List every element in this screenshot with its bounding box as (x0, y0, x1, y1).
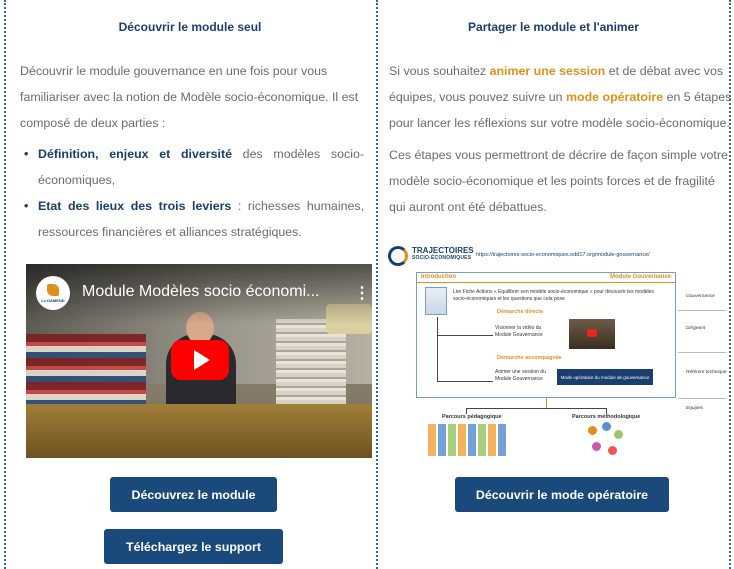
more-options-icon[interactable]: ⋮ (354, 283, 370, 303)
diagram-side-label: Dirigeant (686, 326, 706, 331)
bullet-strong: Définition, enjeux et diversité (38, 147, 232, 161)
intro-line: équipes, vous pouvez suivre un mode opér… (389, 84, 734, 110)
document-thumbnail (425, 287, 447, 315)
left-panel-title: Découvrir le module seul (118, 20, 262, 34)
intro-line: pour lancer les réflexions sur votre mod… (389, 116, 730, 130)
discover-mode-button[interactable]: Découvrir le mode opératoire (455, 477, 669, 512)
diagram-connector (546, 398, 547, 408)
diagram-connector (437, 381, 493, 382)
diagram-direct-label: Démarche directe (497, 309, 544, 315)
bullet-strong: Etat des lieux des trois leviers (38, 199, 232, 213)
diagram-dot (614, 430, 623, 439)
steps-line: qui auront ont été débattues. (389, 200, 547, 214)
diagram-step-video: Visionner la vidéo du Module Gouvernance (495, 325, 543, 338)
diagram-connector (437, 335, 493, 336)
diagram-separator (678, 352, 726, 353)
diagram-connector (466, 408, 606, 409)
diagram-connector (437, 317, 438, 381)
intro-line: composé de deux parties : (20, 116, 166, 130)
diagram-step-read: Lire Fiche Actions « Equilibrer son modè… (453, 289, 654, 302)
left-intro: Découvrir le module gouvernance en une f… (20, 58, 370, 136)
diagram-header: Introduction Module Gouvernance (417, 273, 675, 283)
right-intro: Si vous souhaitez animer une session et … (389, 58, 734, 136)
text: équipes, vous pouvez suivre un (389, 90, 567, 104)
parts-list: Définition, enjeux et diversité des modè… (24, 141, 364, 245)
diagram-dot (602, 422, 611, 431)
intro-line: Découvrir le module gouvernance en une f… (20, 64, 328, 78)
video-title[interactable]: Module Modèles socio économi... (82, 283, 319, 301)
youtube-video-embed[interactable]: Le DAMEND Module Modèles socio économi..… (26, 264, 372, 458)
discover-module-button[interactable]: Découvrez le module (110, 477, 277, 512)
diagram-dot (588, 426, 597, 435)
video-thumbnail (569, 319, 615, 349)
text: et de débat avec vos (605, 64, 724, 78)
video-frame-desk (26, 404, 372, 458)
download-support-button[interactable]: Téléchargez le support (104, 529, 283, 564)
diagram-header-left: Introduction (421, 274, 456, 280)
steps-line: modèle socio-économique et les points fo… (389, 174, 715, 188)
diagram-dot (608, 446, 617, 455)
left-panel: Découvrir le module seul Découvrir le mo… (6, 0, 374, 569)
highlight-animer: animer une session (489, 64, 606, 78)
parcours-pedagogique-thumbnail (428, 424, 508, 456)
process-diagram-image: TRAJECTOIRES SOCIO-ÉCONOMIQUES https://t… (386, 242, 728, 462)
text: Si vous souhaitez (389, 64, 490, 78)
list-item: Etat des lieux des trois leviers : riche… (24, 193, 364, 245)
diagram-accomp-label: Démarche accompagnée (497, 355, 562, 361)
diagram-header-right: Module Gouvernance (609, 274, 671, 280)
parcours-methodologique-thumbnail (584, 420, 628, 460)
right-steps-text: Ces étapes vous permettront de décrire d… (389, 142, 734, 220)
diagram-separator (678, 398, 726, 399)
diagram-step-animate: Animer une session du Module Gouvernance (495, 369, 546, 382)
text: en 5 étapes (663, 90, 732, 104)
play-button[interactable] (171, 340, 229, 380)
diagram-separator (678, 310, 726, 311)
diagram-brand: TRAJECTOIRES (412, 246, 474, 255)
diagram-main-box: Introduction Module Gouvernance Lire Fic… (416, 272, 676, 398)
diagram-side-label: Gouvernance (686, 294, 715, 299)
trajectoires-logo-icon (388, 246, 408, 266)
steps-line: Ces étapes vous permettront de décrire d… (389, 148, 728, 162)
diagram-url: https://trajectoires-socio-economiques.o… (476, 252, 650, 258)
diagram-mode-box: Mode opératoire du module de gouvernance (557, 369, 653, 385)
center-dotted-divider (376, 0, 378, 569)
channel-logo-text: Le DAMEND (41, 297, 65, 303)
list-item: Définition, enjeux et diversité des modè… (24, 141, 364, 193)
channel-logo-icon (47, 283, 59, 296)
diagram-parcours-label: Parcours pédagogique (442, 414, 502, 420)
diagram-brand-sub: SOCIO-ÉCONOMIQUES (412, 255, 472, 261)
intro-line: Si vous souhaitez animer une session et … (389, 58, 734, 84)
right-panel-title: Partager le module et l'animer (468, 20, 639, 34)
diagram-dot (592, 442, 601, 451)
diagram-side-label: Equipes (686, 406, 704, 411)
intro-line: familiariser avec la notion de Modèle so… (20, 90, 359, 104)
diagram-side-label: Référent technique (686, 370, 727, 375)
highlight-mode: mode opératoire (566, 90, 664, 104)
channel-logo[interactable]: Le DAMEND (36, 276, 70, 310)
